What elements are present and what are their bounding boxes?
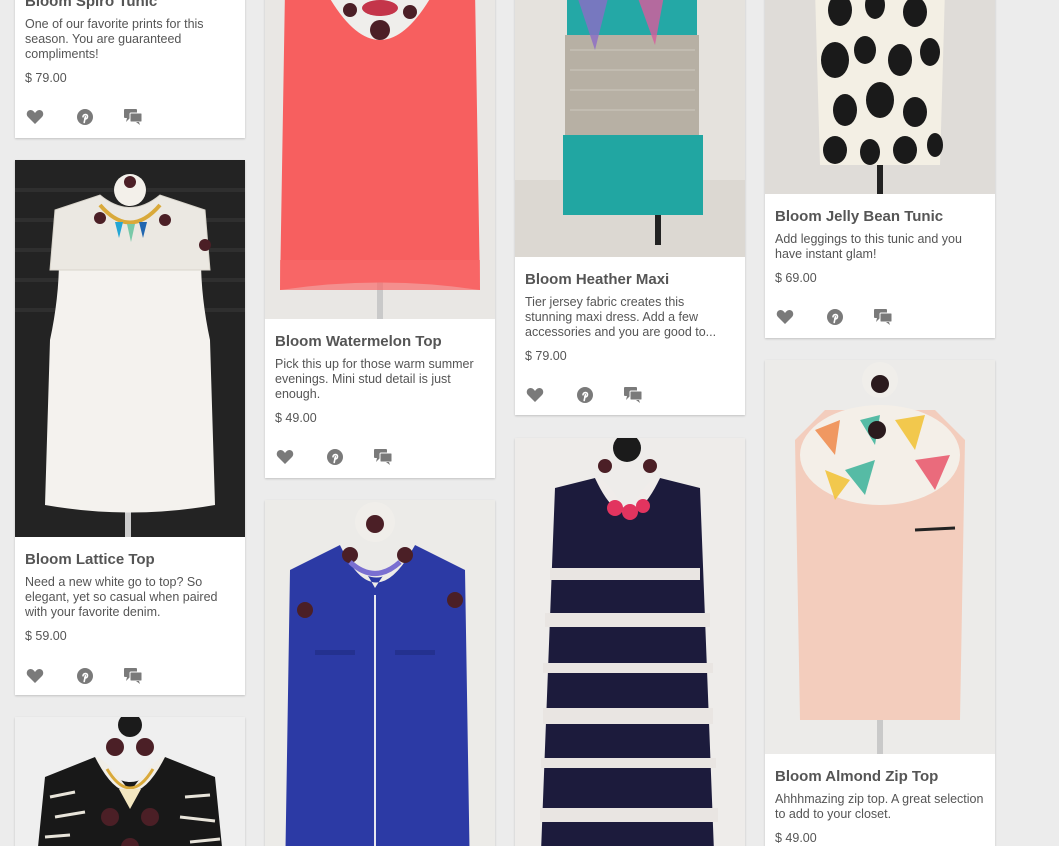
product-price: $ 49.00: [275, 411, 317, 425]
jelly-bean-tunic-illustration: [765, 0, 995, 194]
heather-maxi-illustration: [515, 0, 745, 257]
product-card[interactable]: [265, 500, 495, 846]
product-image[interactable]: [15, 160, 245, 537]
heart-icon[interactable]: [25, 666, 45, 686]
product-card[interactable]: [515, 438, 745, 846]
product-description: Ahhhmazing zip top. A great selection to…: [775, 792, 984, 821]
comment-icon[interactable]: [123, 107, 143, 127]
product-image[interactable]: [515, 438, 745, 846]
product-price: $ 69.00: [775, 271, 817, 285]
pinterest-icon[interactable]: [825, 307, 845, 327]
tie-dye-dress-illustration: [515, 438, 745, 846]
product-title[interactable]: Bloom Heather Maxi: [525, 271, 735, 289]
heart-icon[interactable]: [25, 107, 45, 127]
pinterest-icon[interactable]: [325, 447, 345, 467]
product-image[interactable]: [515, 0, 745, 257]
product-description: Add leggings to this tunic and you have …: [775, 232, 962, 261]
product-title[interactable]: Bloom Spiro Tunic: [25, 0, 235, 11]
page-edge-fade: [999, 0, 1059, 846]
pinterest-icon[interactable]: [75, 107, 95, 127]
comment-icon[interactable]: [623, 385, 643, 405]
comment-icon[interactable]: [373, 447, 393, 467]
product-price: $ 49.00: [775, 831, 817, 845]
product-description: One of our favorite prints for this seas…: [25, 17, 204, 61]
comment-icon[interactable]: [123, 666, 143, 686]
product-description: Pick this up for those warm summer eveni…: [275, 357, 474, 401]
product-title[interactable]: Bloom Watermelon Top: [275, 333, 485, 351]
product-card[interactable]: [15, 717, 245, 846]
product-image[interactable]: [265, 500, 495, 846]
comment-icon[interactable]: [873, 307, 893, 327]
product-title[interactable]: Bloom Almond Zip Top: [775, 768, 985, 786]
product-image[interactable]: [765, 0, 995, 194]
product-title[interactable]: Bloom Jelly Bean Tunic: [775, 208, 985, 226]
product-card[interactable]: Bloom Spiro Tunic One of our favorite pr…: [15, 0, 245, 138]
heart-icon[interactable]: [525, 385, 545, 405]
product-price: $ 79.00: [25, 71, 67, 85]
product-price: $ 59.00: [25, 629, 67, 643]
watermelon-top-illustration: [265, 0, 495, 319]
pinterest-icon[interactable]: [75, 666, 95, 686]
product-price: $ 79.00: [525, 349, 567, 363]
product-image[interactable]: [265, 0, 495, 319]
almond-zip-top-illustration: [765, 360, 995, 754]
product-image[interactable]: [15, 717, 245, 846]
cobalt-top-illustration: [265, 500, 495, 846]
product-title[interactable]: Bloom Lattice Top: [25, 551, 235, 569]
printed-tank-illustration: [15, 717, 245, 846]
product-description: Need a new white go to top? So elegant, …: [25, 575, 218, 619]
product-image[interactable]: [765, 360, 995, 754]
product-card[interactable]: Bloom Jelly Bean Tunic Add leggings to t…: [765, 0, 995, 338]
heart-icon[interactable]: [775, 307, 795, 327]
product-card[interactable]: Bloom Lattice Top Need a new white go to…: [15, 160, 245, 695]
pinterest-icon[interactable]: [575, 385, 595, 405]
product-card[interactable]: Bloom Heather Maxi Tier jersey fabric cr…: [515, 0, 745, 415]
lattice-top-illustration: [15, 160, 245, 537]
product-card[interactable]: Bloom Watermelon Top Pick this up for th…: [265, 0, 495, 478]
product-card[interactable]: Bloom Almond Zip Top Ahhhmazing zip top.…: [765, 360, 995, 846]
product-description: Tier jersey fabric creates this stunning…: [525, 295, 717, 339]
heart-icon[interactable]: [275, 447, 295, 467]
